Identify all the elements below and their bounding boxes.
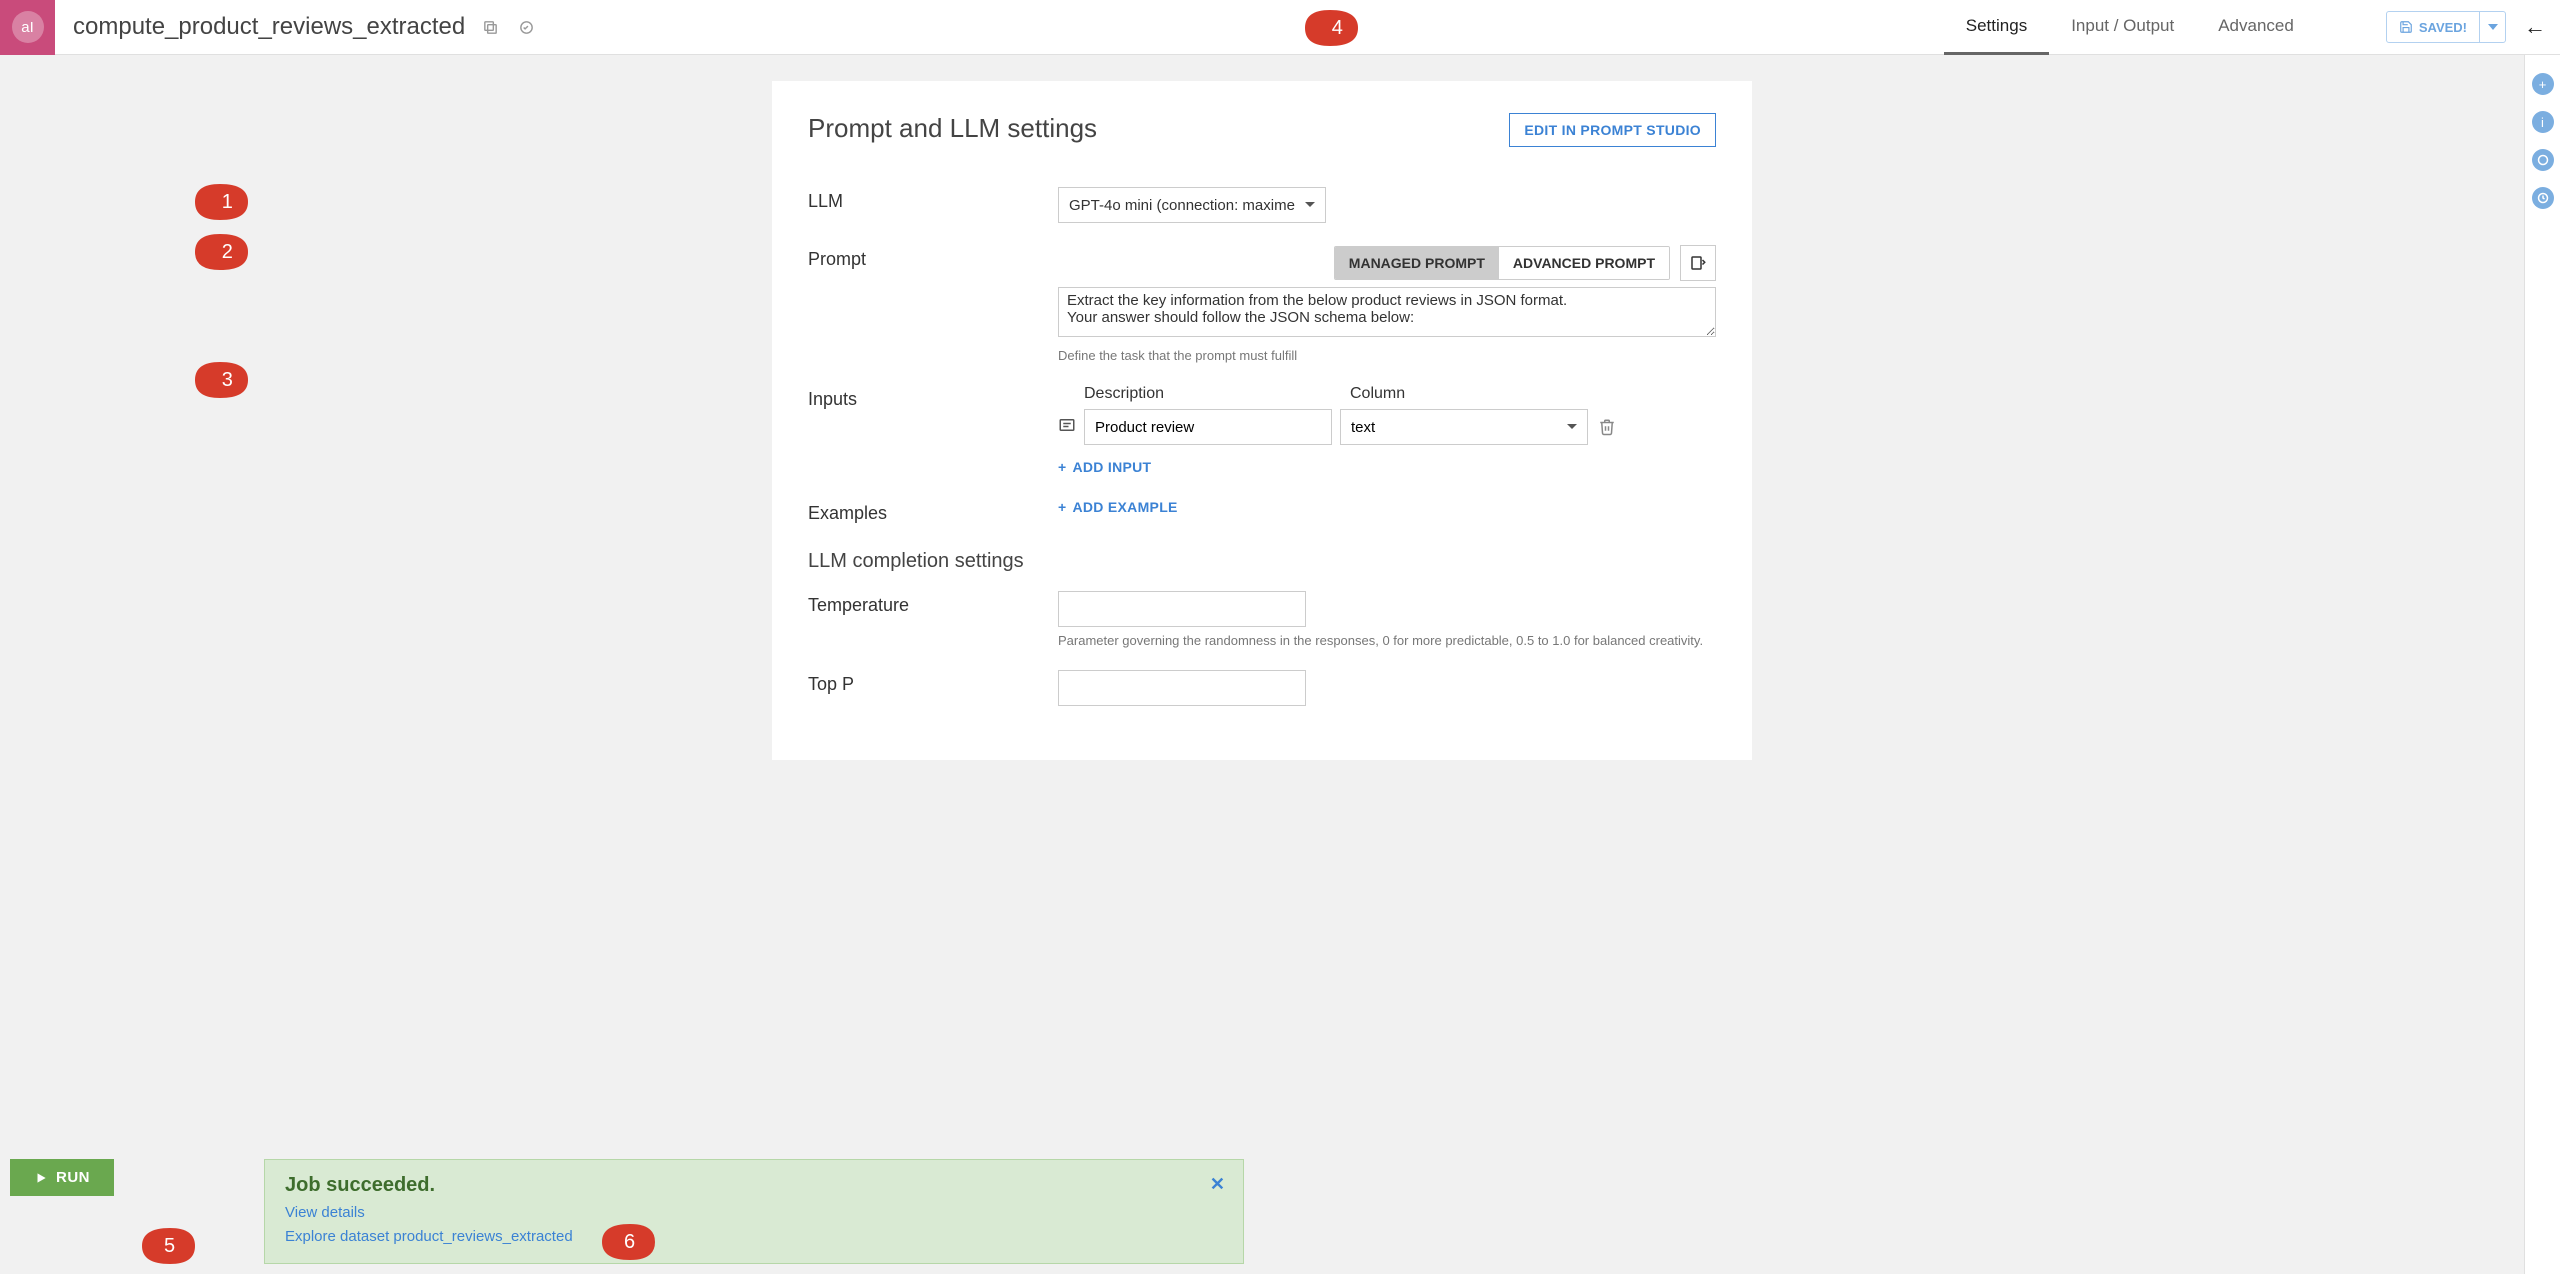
saved-button[interactable]: SAVED! bbox=[2386, 11, 2506, 43]
explore-dataset-link[interactable]: Explore dataset product_reviews_extracte… bbox=[285, 1225, 1223, 1249]
tab-input-output[interactable]: Input / Output bbox=[2049, 0, 2196, 55]
app-logo-text: aI bbox=[12, 11, 44, 43]
app-logo[interactable]: aI bbox=[0, 0, 55, 55]
temperature-input[interactable] bbox=[1058, 591, 1306, 627]
saved-label: SAVED! bbox=[2419, 20, 2467, 35]
play-icon bbox=[34, 1171, 48, 1185]
top-p-label: Top P bbox=[808, 670, 1058, 695]
llm-select[interactable]: GPT-4o mini (connection: maxime bbox=[1058, 187, 1326, 223]
inputs-label: Inputs bbox=[808, 385, 1058, 410]
text-icon bbox=[1058, 416, 1076, 439]
add-example-button[interactable]: + ADD EXAMPLE bbox=[1058, 499, 1178, 515]
main-scroll-area[interactable]: Prompt and LLM settings EDIT IN PROMPT S… bbox=[0, 55, 2524, 1274]
job-status-title: Job succeeded. bbox=[285, 1174, 1223, 1197]
delete-input-icon[interactable] bbox=[1596, 418, 1618, 436]
inputs-col-description: Description bbox=[1084, 385, 1332, 403]
prompt-mode-toggle: MANAGED PROMPT ADVANCED PROMPT bbox=[1334, 246, 1670, 280]
llm-label: LLM bbox=[808, 187, 1058, 212]
save-icon bbox=[2399, 20, 2413, 34]
page-title: compute_product_reviews_extracted bbox=[73, 13, 465, 41]
prompt-textarea[interactable] bbox=[1058, 287, 1716, 337]
run-button[interactable]: RUN bbox=[10, 1159, 114, 1196]
plus-icon: + bbox=[1058, 499, 1066, 515]
examples-label: Examples bbox=[808, 499, 1058, 524]
temperature-hint: Parameter governing the randomness in th… bbox=[1058, 633, 1716, 648]
chat-icon[interactable] bbox=[2532, 149, 2554, 171]
input-description-field[interactable] bbox=[1084, 409, 1332, 445]
top-p-input[interactable] bbox=[1058, 670, 1306, 706]
expand-prompt-icon[interactable] bbox=[1680, 245, 1716, 281]
card-title: Prompt and LLM settings bbox=[808, 113, 1097, 144]
llm-select-value: GPT-4o mini (connection: maxime bbox=[1069, 197, 1295, 214]
completion-settings-title: LLM completion settings bbox=[808, 550, 1716, 573]
job-banner: Job succeeded. View details Explore data… bbox=[264, 1159, 1244, 1264]
right-sidebar: + i bbox=[2524, 55, 2560, 1274]
refresh-icon[interactable] bbox=[515, 16, 537, 38]
advanced-prompt-button[interactable]: ADVANCED PROMPT bbox=[1499, 247, 1669, 279]
input-column-value: text bbox=[1351, 419, 1375, 436]
plus-icon: + bbox=[1058, 459, 1066, 475]
header-tabs: Settings Input / Output Advanced bbox=[1944, 0, 2316, 55]
saved-dropdown-icon[interactable] bbox=[2479, 12, 2505, 42]
managed-prompt-button[interactable]: MANAGED PROMPT bbox=[1335, 247, 1499, 279]
add-icon[interactable]: + bbox=[2532, 73, 2554, 95]
close-banner-icon[interactable]: ✕ bbox=[1210, 1174, 1225, 1195]
history-icon[interactable] bbox=[2532, 187, 2554, 209]
copy-icon[interactable] bbox=[479, 16, 501, 38]
add-input-button[interactable]: + ADD INPUT bbox=[1058, 459, 1151, 475]
edit-prompt-studio-button[interactable]: EDIT IN PROMPT STUDIO bbox=[1509, 113, 1716, 147]
tab-advanced[interactable]: Advanced bbox=[2196, 0, 2316, 55]
temperature-label: Temperature bbox=[808, 591, 1058, 616]
view-details-link[interactable]: View details bbox=[285, 1201, 1223, 1225]
prompt-hint: Define the task that the prompt must ful… bbox=[1058, 348, 1716, 363]
input-column-select[interactable]: text bbox=[1340, 409, 1588, 445]
prompt-label: Prompt bbox=[808, 245, 1058, 270]
input-row: text bbox=[1058, 409, 1716, 445]
top-bar: aI compute_product_reviews_extracted Set… bbox=[0, 0, 2560, 55]
tab-settings[interactable]: Settings bbox=[1944, 0, 2049, 55]
settings-card: Prompt and LLM settings EDIT IN PROMPT S… bbox=[772, 81, 1752, 760]
inputs-col-column: Column bbox=[1350, 385, 1405, 403]
info-icon[interactable]: i bbox=[2532, 111, 2554, 133]
back-arrow-icon[interactable]: ← bbox=[2524, 14, 2546, 40]
